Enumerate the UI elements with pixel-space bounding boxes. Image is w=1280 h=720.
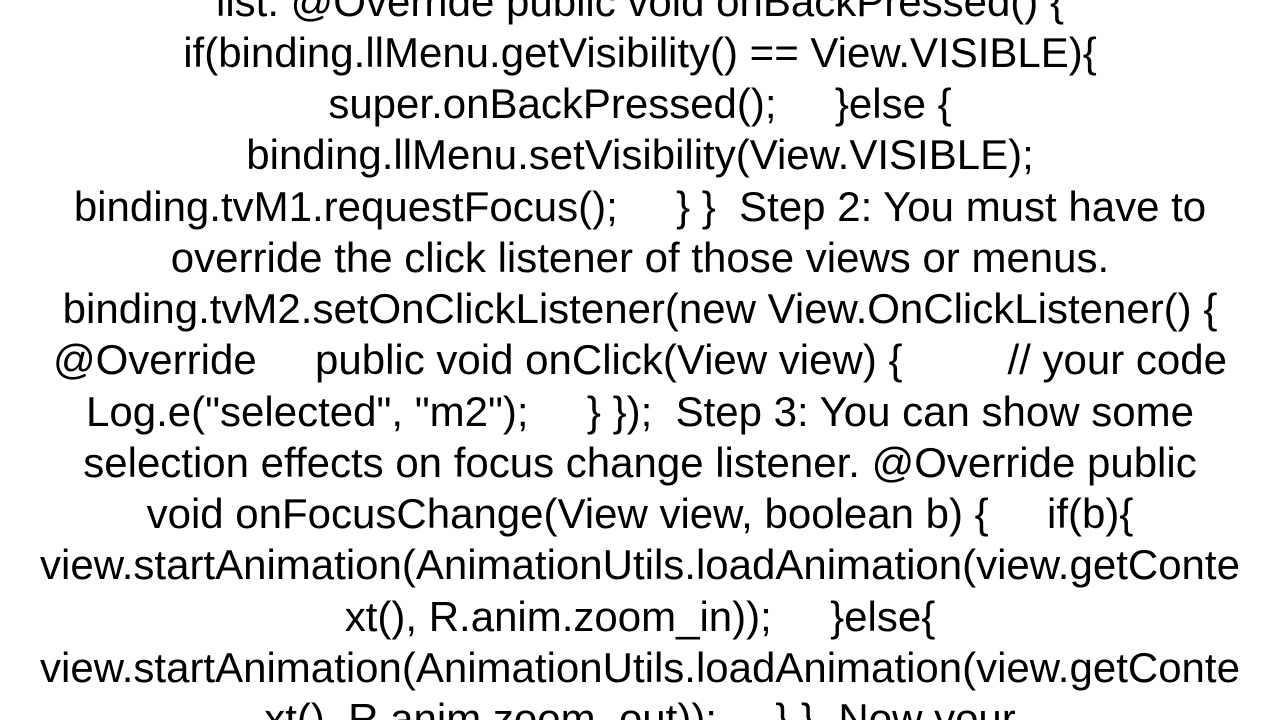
page-container: list. @Override public void onBackPresse… (0, 0, 1280, 720)
body-text: list. @Override public void onBackPresse… (40, 0, 1240, 720)
